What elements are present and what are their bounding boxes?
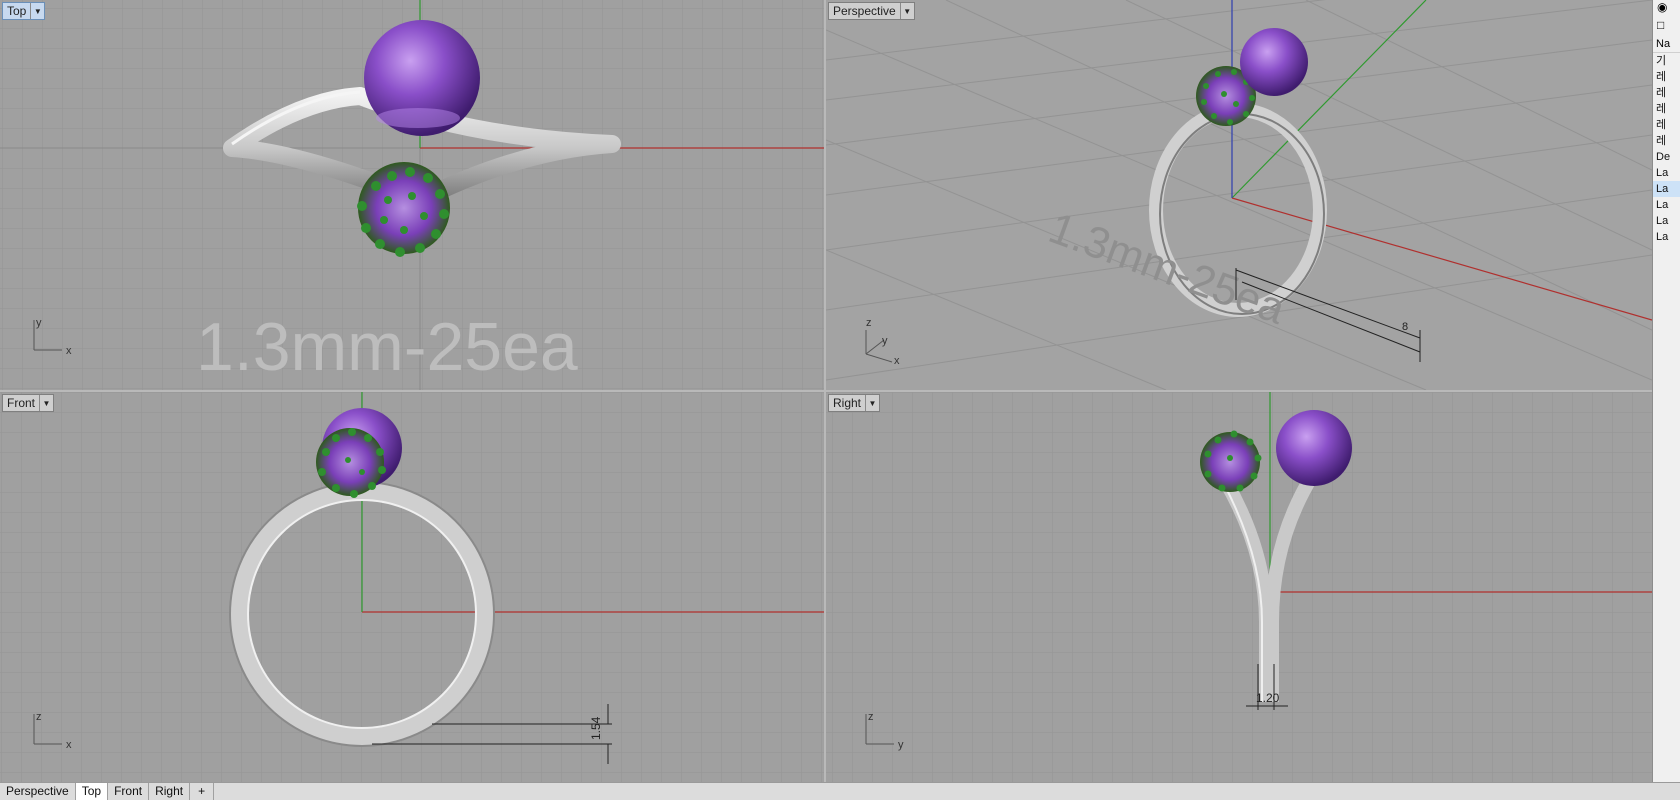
- layer-row[interactable]: La: [1653, 213, 1680, 229]
- tab-perspective[interactable]: Perspective: [0, 783, 76, 800]
- right-dim-value: 1.20: [1256, 691, 1280, 705]
- viewport-front[interactable]: Front ▼ 1.54 z x: [0, 392, 824, 782]
- layer-row[interactable]: 레: [1653, 69, 1680, 85]
- layer-row[interactable]: De: [1653, 149, 1680, 165]
- viewport-front-label[interactable]: Front ▼: [2, 394, 55, 412]
- layer-row[interactable]: 기: [1653, 53, 1680, 69]
- layers-icon[interactable]: ◉: [1653, 0, 1680, 18]
- right-axis-y: y: [898, 739, 904, 751]
- tab-top[interactable]: Top: [75, 783, 109, 800]
- viewport-top-title: Top: [7, 4, 27, 18]
- tab-right[interactable]: Right: [149, 783, 191, 800]
- front-dim-value: 1.54: [589, 716, 603, 740]
- viewport-menu-icon[interactable]: ▼: [899, 3, 914, 19]
- layer-row[interactable]: 레: [1653, 133, 1680, 149]
- viewport-right-label[interactable]: Right ▼: [828, 394, 881, 412]
- new-document-icon[interactable]: □: [1653, 18, 1680, 36]
- viewport-top-canvas[interactable]: 1.3mm-25ea y x: [0, 0, 824, 390]
- add-viewport-tab-button[interactable]: +: [190, 783, 215, 800]
- layer-row[interactable]: La: [1653, 197, 1680, 213]
- top-axis-y: y: [36, 317, 42, 329]
- viewport-tabs: Perspective Top Front Right +: [0, 782, 1680, 800]
- top-axis-x: x: [66, 345, 72, 357]
- viewport-front-canvas[interactable]: 1.54 z x: [0, 392, 824, 782]
- layer-row[interactable]: La: [1653, 229, 1680, 245]
- front-axis-x: x: [66, 739, 72, 751]
- layers-panel: ◉ □ Na 기 레 레 레 레 레 De La La La La La: [1652, 0, 1680, 782]
- viewport-perspective-label[interactable]: Perspective ▼: [828, 2, 915, 20]
- viewport-right[interactable]: Right ▼ 1.20 z y: [826, 392, 1652, 782]
- layers-list: 기 레 레 레 레 레 De La La La La La: [1653, 53, 1680, 245]
- layer-row[interactable]: 레: [1653, 117, 1680, 133]
- perspective-dim-value: 8: [1402, 321, 1408, 333]
- layers-header[interactable]: Na: [1653, 36, 1680, 53]
- viewport-right-title: Right: [833, 396, 862, 410]
- right-axis-z: z: [868, 711, 874, 723]
- viewport-top-label[interactable]: Top ▼: [2, 2, 46, 20]
- viewport-top[interactable]: Top ▼ 1.3mm-25ea y x: [0, 0, 824, 390]
- layer-row[interactable]: La: [1653, 165, 1680, 181]
- tab-front[interactable]: Front: [108, 783, 150, 800]
- layer-row[interactable]: La: [1653, 181, 1680, 197]
- viewport-perspective-canvas[interactable]: 1.3mm-25ea 8 z y x: [826, 0, 1652, 390]
- viewport-menu-icon[interactable]: ▼: [865, 395, 879, 411]
- layer-row[interactable]: 레: [1653, 85, 1680, 101]
- top-annotation-text: 1.3mm-25ea: [196, 309, 578, 385]
- viewport-menu-icon[interactable]: ▼: [39, 395, 53, 411]
- viewport-perspective-title: Perspective: [833, 4, 896, 18]
- perspective-axis-x: x: [894, 355, 900, 367]
- viewport-right-canvas[interactable]: 1.20 z y: [826, 392, 1652, 782]
- layer-row[interactable]: 레: [1653, 101, 1680, 117]
- viewport-front-title: Front: [7, 396, 36, 410]
- viewport-perspective[interactable]: Perspective ▼ 1.3mm-25ea 8 z y x: [826, 0, 1652, 390]
- viewport-menu-icon[interactable]: ▼: [30, 3, 44, 19]
- front-axis-z: z: [36, 711, 42, 723]
- perspective-axis-y: y: [882, 335, 888, 347]
- perspective-axis-z: z: [866, 317, 872, 329]
